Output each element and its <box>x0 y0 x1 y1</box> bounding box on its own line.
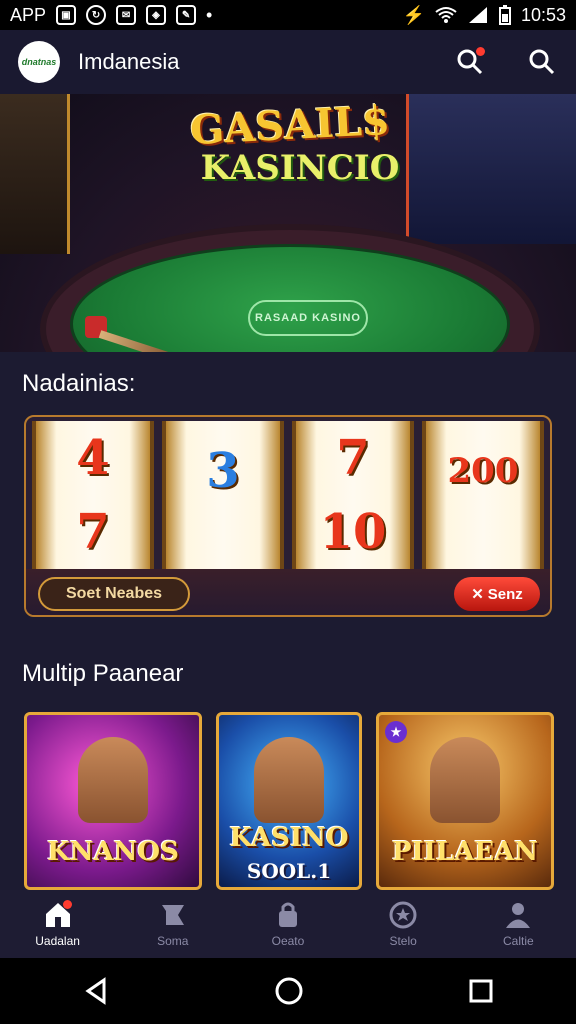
more-notifications-icon: • <box>206 4 213 25</box>
game-character-image <box>430 737 500 823</box>
reel-symbol-top: 7 <box>336 430 370 486</box>
app-title: Imdanesia <box>78 49 180 74</box>
notes-icon: ✎ <box>176 5 197 25</box>
table-felt-badge: RASAAD KASINO <box>248 300 368 336</box>
sync-icon: ↻ <box>86 5 107 25</box>
spin-button[interactable]: ✕ Senz <box>454 577 540 611</box>
nav-item-label: Soma <box>157 934 189 948</box>
wifi-icon <box>435 7 457 23</box>
slot-reels: 4 7 3 7 10 200 <box>32 421 544 569</box>
slot-info-button[interactable]: Soet Neabes <box>38 577 190 611</box>
game-card-subtitle: SOOL.1 <box>246 859 332 883</box>
status-app-label: APP <box>10 4 47 25</box>
game-character-image <box>254 737 324 823</box>
notification-dot <box>62 900 72 909</box>
image-icon: ▣ <box>56 5 77 25</box>
game-card-title: KNANOS <box>47 837 179 867</box>
notification-search-button[interactable] <box>454 46 486 78</box>
games-row: KNANOS KASINO SOOL.1 ★ PIILAEAN <box>24 712 554 890</box>
photo-icon: ◈ <box>146 5 167 25</box>
slot-reel: 3 <box>162 421 284 569</box>
nav-item-label: Uadalan <box>35 934 80 948</box>
app-actions <box>454 46 558 78</box>
status-right: ⚡ 10:53 <box>403 5 566 26</box>
app-bar: dnatnas Imdanesia <box>0 30 576 94</box>
game-character-image <box>78 737 148 823</box>
spin-button-label: Senz <box>487 585 523 603</box>
reel-symbol-bottom: 7 <box>76 504 110 560</box>
slot-machine-left-image <box>0 94 70 254</box>
reel-symbol-top: 3 <box>206 442 240 499</box>
status-left: APP ▣ ↻ ✉ ◈ ✎ • <box>10 5 212 26</box>
battery-icon <box>498 5 511 25</box>
app-logo-text: dnatnas <box>21 57 57 67</box>
hero-banner[interactable]: RASAAD KASINO GASAIL$ KASINCIO <box>0 94 576 352</box>
nav-item-label: Oeato <box>271 934 305 948</box>
bottom-nav: Uadalan Soma Oeato Stelo Caltie <box>0 890 576 958</box>
section-title-slots: Nadainias: <box>22 370 136 397</box>
game-card[interactable]: KASINO SOOL.1 <box>216 712 362 890</box>
nav-item-games[interactable]: Soma <box>123 900 223 948</box>
home-icon <box>42 900 74 930</box>
reel-symbol-top: 4 <box>76 430 110 486</box>
slot-reel: 4 7 <box>32 421 154 569</box>
nav-item-label: Stelo <box>389 934 417 948</box>
status-bar: APP ▣ ↻ ✉ ◈ ✎ • ⚡ 10:53 <box>0 0 576 30</box>
system-nav-bar <box>0 958 576 1024</box>
lock-icon <box>272 900 304 930</box>
game-card-title: PIILAEAN <box>391 837 539 867</box>
close-icon: ✕ <box>471 586 484 603</box>
game-card[interactable]: ★ PIILAEAN <box>376 712 554 890</box>
message-icon: ✉ <box>116 5 137 25</box>
section-title-games: Multip Paanear <box>22 660 184 687</box>
reel-symbol-top: 200 <box>447 450 519 491</box>
nav-item-profile[interactable]: Caltie <box>468 900 568 948</box>
app-logo[interactable]: dnatnas <box>18 41 60 83</box>
slot-reel: 7 10 <box>292 421 414 569</box>
recent-apps-icon[interactable] <box>468 978 494 1004</box>
reel-symbol-bottom: 10 <box>319 504 387 560</box>
nav-item-label: Caltie <box>503 934 534 948</box>
flag-icon <box>157 900 189 930</box>
signal-icon <box>468 7 487 23</box>
vibrate-icon: ⚡ <box>402 4 425 25</box>
badge-icon: ★ <box>385 721 407 743</box>
nav-item-home[interactable]: Uadalan <box>8 900 108 948</box>
game-card[interactable]: KNANOS <box>24 712 202 890</box>
game-card-title: KASINO <box>229 823 349 853</box>
nav-item-stats[interactable]: Stelo <box>353 900 453 948</box>
star-circle-icon <box>387 900 419 930</box>
status-time: 10:53 <box>520 4 566 25</box>
search-button[interactable] <box>526 46 558 78</box>
slot-machine-right-image <box>406 94 576 244</box>
back-icon[interactable] <box>82 977 110 1005</box>
hero-title-line1: GASAIL$ <box>188 96 391 155</box>
user-icon <box>502 900 534 930</box>
slot-machine-panel[interactable]: 4 7 3 7 10 200 Soet Neabes ✕ Senz <box>24 415 552 617</box>
notification-dot <box>476 47 485 56</box>
slot-reel: 200 <box>422 421 544 569</box>
search-icon <box>529 49 555 75</box>
nav-item-promo[interactable]: Oeato <box>238 900 338 948</box>
home-circle-icon[interactable] <box>274 976 304 1006</box>
slot-footer: Soet Neabes ✕ Senz <box>26 569 550 615</box>
hero-title-line2: KASINCIO <box>200 148 400 188</box>
